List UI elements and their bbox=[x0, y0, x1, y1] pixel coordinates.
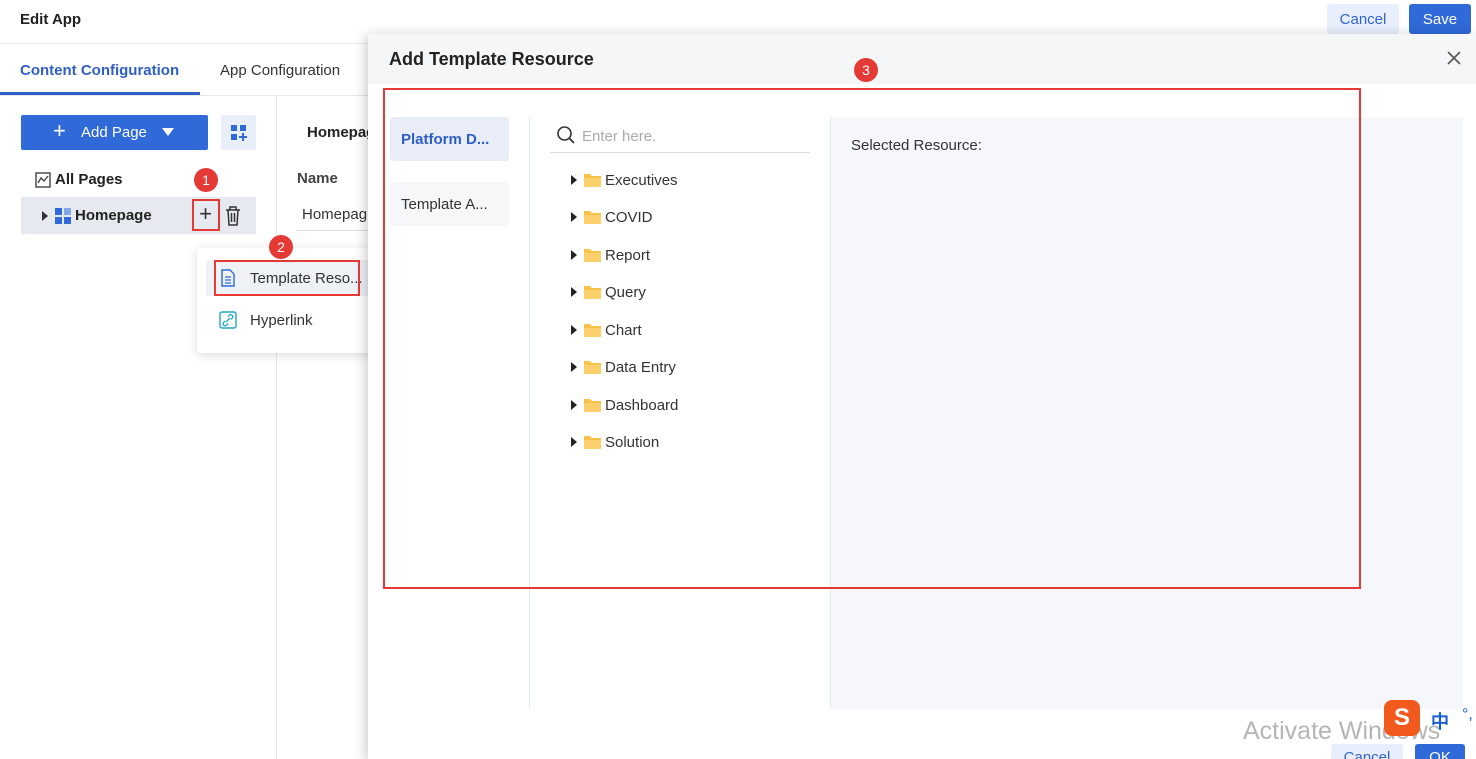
annotation-box-2 bbox=[214, 260, 360, 296]
add-page-button[interactable]: + Add Page bbox=[21, 115, 208, 150]
name-field[interactable]: Homepag bbox=[297, 198, 369, 231]
menu-item-label: Hyperlink bbox=[250, 312, 313, 329]
tab-content-configuration[interactable]: Content Configuration bbox=[20, 62, 179, 79]
homepage-label: Homepage bbox=[75, 207, 152, 224]
annotation-badge-1: 1 bbox=[194, 168, 218, 192]
ime-punctuation-toggle[interactable]: °, bbox=[1462, 706, 1473, 724]
add-layout-button[interactable] bbox=[221, 115, 256, 150]
pages-icon bbox=[35, 172, 51, 188]
all-pages-label: All Pages bbox=[55, 171, 123, 188]
caret-down-icon[interactable] bbox=[162, 128, 174, 136]
name-field-label: Name bbox=[297, 170, 338, 187]
left-panel-divider bbox=[276, 96, 277, 759]
annotation-badge-3: 3 bbox=[854, 58, 878, 82]
link-icon bbox=[219, 311, 237, 329]
dialog-cancel-button[interactable]: Cancel bbox=[1331, 744, 1403, 759]
dialog-title: Add Template Resource bbox=[389, 49, 594, 69]
expand-arrow-icon[interactable] bbox=[42, 211, 48, 221]
tab-app-configuration[interactable]: App Configuration bbox=[220, 62, 340, 79]
dialog-ok-button[interactable]: OK bbox=[1415, 744, 1465, 759]
homepage-node[interactable]: Homepage + bbox=[21, 197, 256, 234]
page-blocks-icon bbox=[55, 208, 71, 224]
add-page-label: Add Page bbox=[81, 124, 147, 141]
grid-add-icon bbox=[231, 125, 247, 141]
menu-item-hyperlink[interactable]: Hyperlink bbox=[206, 302, 377, 338]
annotation-box-1 bbox=[192, 199, 220, 231]
ime-toolbar[interactable]: S 中 °, bbox=[1384, 700, 1476, 736]
annotation-box-3 bbox=[383, 88, 1361, 589]
ime-language-toggle[interactable]: 中 bbox=[1431, 708, 1449, 734]
plus-icon: + bbox=[53, 118, 66, 143]
app-title: Edit App bbox=[20, 11, 82, 28]
active-tab-indicator bbox=[0, 92, 200, 95]
ime-logo-icon[interactable]: S bbox=[1384, 700, 1420, 736]
cancel-button[interactable]: Cancel bbox=[1327, 4, 1399, 34]
trash-icon[interactable] bbox=[223, 205, 243, 227]
page-title: Homepag bbox=[307, 124, 369, 141]
annotation-badge-2: 2 bbox=[269, 235, 293, 259]
config-tabs: Content Configuration App Configuration bbox=[0, 44, 370, 96]
save-button[interactable]: Save bbox=[1409, 4, 1471, 34]
dialog-header: Add Template Resource bbox=[368, 34, 1476, 84]
close-icon[interactable] bbox=[1446, 50, 1462, 66]
